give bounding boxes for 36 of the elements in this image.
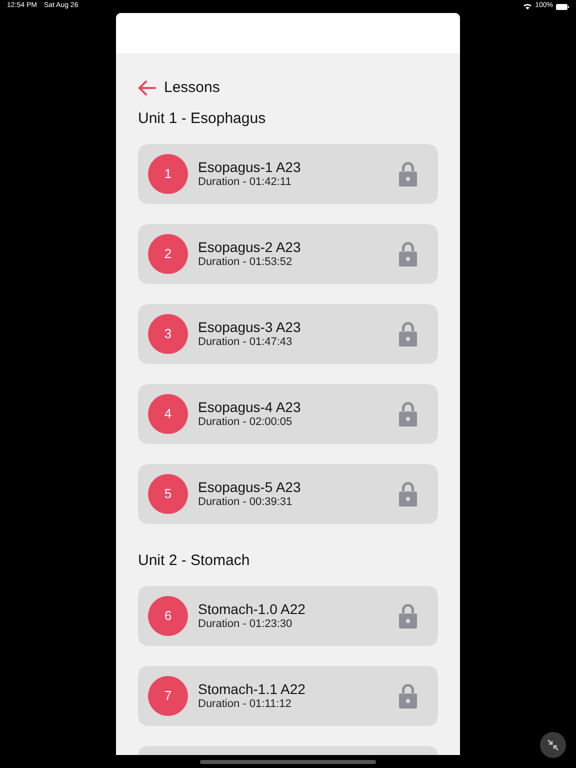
lesson-card[interactable]: 6 Stomach-1.0 A22 Duration - 01:23:30 [138, 586, 438, 646]
lesson-card[interactable]: 7 Stomach-1.1 A22 Duration - 01:11:12 [138, 666, 438, 726]
lesson-number: 4 [148, 394, 188, 434]
collapse-icon [547, 739, 559, 751]
lesson-title: Stomach-1.0 A22 [198, 601, 306, 618]
lesson-title: Esopagus-3 A23 [198, 319, 301, 336]
lesson-number: 2 [148, 234, 188, 274]
back-arrow-icon [138, 80, 156, 96]
minimize-button[interactable] [540, 732, 566, 758]
lesson-card[interactable]: 1 Esopagus-1 A23 Duration - 01:42:11 [138, 144, 438, 204]
battery-icon [556, 4, 569, 10]
lesson-duration: Duration - 01:53:52 [198, 256, 292, 269]
lesson-duration: Duration - 01:47:43 [198, 336, 292, 349]
back-button[interactable]: Lessons [138, 78, 220, 98]
lesson-card[interactable]: 3 Esopagus-3 A23 Duration - 01:47:43 [138, 304, 438, 364]
lesson-number: 5 [148, 474, 188, 514]
unit-heading: Unit 1 - Esophagus [138, 109, 266, 129]
lesson-duration: Duration - 01:42:11 [198, 176, 292, 189]
lesson-duration: Duration - 01:11:12 [198, 698, 292, 711]
lesson-number: 3 [148, 314, 188, 354]
lesson-card[interactable]: 4 Esopagus-4 A23 Duration - 02:00:05 [138, 384, 438, 444]
lesson-duration: Duration - 02:00:05 [198, 416, 292, 429]
lesson-title: Esopagus-1 A23 [198, 159, 301, 176]
lesson-card[interactable]: 2 Esopagus-2 A23 Duration - 01:53:52 [138, 224, 438, 284]
lesson-number: 7 [148, 676, 188, 716]
wifi-icon [523, 3, 532, 10]
lesson-title: Esopagus-5 A23 [198, 479, 301, 496]
lesson-title: Stomach-1.1 A22 [198, 681, 306, 698]
lesson-duration: Duration - 00:39:31 [198, 496, 292, 509]
unit-heading: Unit 2 - Stomach [138, 551, 250, 571]
lesson-card[interactable]: 5 Esopagus-5 A23 Duration - 00:39:31 [138, 464, 438, 524]
lesson-title: Esopagus-2 A23 [198, 239, 301, 256]
lesson-title: Esopagus-4 A23 [198, 399, 301, 416]
lesson-number: 6 [148, 596, 188, 636]
lesson-duration: Duration - 01:23:30 [198, 618, 292, 631]
lesson-number: 1 [148, 154, 188, 194]
